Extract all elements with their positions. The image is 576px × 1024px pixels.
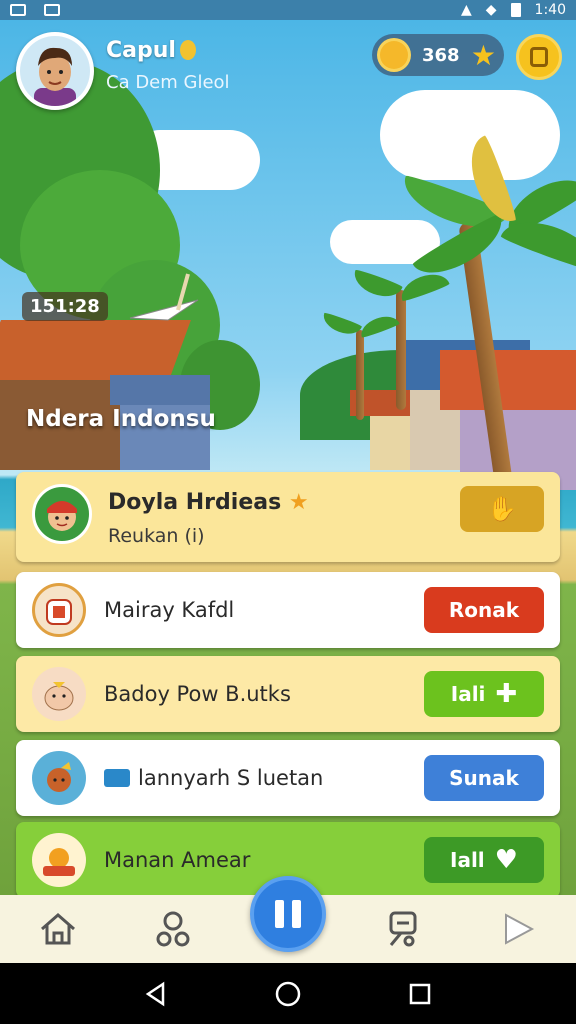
- quest-card[interactable]: lannyarh S luetan Sunak: [16, 740, 560, 816]
- back-icon[interactable]: [143, 981, 169, 1007]
- home-circle-icon[interactable]: [274, 980, 302, 1008]
- heart-icon: ♥: [494, 845, 518, 875]
- scroll-icon: [530, 47, 548, 67]
- recents-icon[interactable]: [407, 981, 433, 1007]
- card-action-button[interactable]: Iall ♥: [424, 837, 544, 883]
- quest-card[interactable]: Mairay Kafdl Ronak: [16, 572, 560, 648]
- palm-leaf: [357, 311, 400, 339]
- ticket-icon: [104, 769, 130, 787]
- quest-icon[interactable]: [381, 907, 425, 951]
- menu-button[interactable]: [516, 34, 562, 80]
- card-action-button[interactable]: Ronak: [424, 587, 544, 633]
- quest-card[interactable]: Badoy Pow B.utks Iali ✚: [16, 656, 560, 732]
- house-roof: [440, 350, 576, 410]
- boy-avatar-icon: [20, 36, 90, 106]
- palm-leaf: [396, 268, 451, 303]
- currency-value: 368: [422, 44, 460, 66]
- timer: 151:28: [22, 292, 108, 321]
- play-icon[interactable]: [496, 907, 540, 951]
- coin-icon: [179, 40, 196, 60]
- card-title: Doyla Hrdieas ★: [108, 490, 309, 515]
- plus-icon: ✚: [495, 679, 518, 709]
- star-icon: ★: [470, 38, 496, 72]
- card-title: Manan Amear: [104, 848, 251, 872]
- player-avatar[interactable]: [16, 32, 94, 110]
- palm-trunk: [396, 290, 406, 410]
- coconut-icon: [32, 751, 86, 805]
- player-subtitle: Ca Dem Gleol: [106, 72, 230, 93]
- sun-badge-icon: [32, 833, 86, 887]
- hand-icon: ✋: [487, 495, 517, 523]
- player-name: Capul: [106, 38, 196, 63]
- status-bar: ▲ ◆ 1:40: [0, 0, 576, 20]
- card-title: lannyarh S luetan: [104, 766, 323, 790]
- house-roof: [110, 375, 210, 405]
- battery-icon: [510, 3, 521, 17]
- pause-icon: [292, 900, 301, 928]
- home-icon[interactable]: [36, 907, 80, 951]
- card-title: Mairay Kafdl: [104, 598, 235, 622]
- palm-trunk: [356, 330, 364, 420]
- card-title: Badoy Pow B.utks: [104, 682, 291, 706]
- system-navigation-bar: [0, 963, 576, 1024]
- sun-icon: [380, 41, 408, 69]
- image-notification-icon: [10, 4, 26, 16]
- location-title: Ndera Indonsu: [26, 406, 216, 432]
- pause-button[interactable]: [250, 876, 326, 952]
- button-label: Iall: [450, 848, 485, 872]
- card-action-button[interactable]: ✋: [460, 486, 544, 532]
- card-action-button[interactable]: Sunak: [424, 755, 544, 801]
- girl-avatar-icon: [32, 484, 92, 544]
- jar-icon: [32, 583, 86, 637]
- wifi-icon: ◆: [485, 2, 497, 18]
- cloud: [380, 90, 560, 180]
- friends-icon[interactable]: [151, 907, 195, 951]
- gallery-notification-icon: [44, 4, 60, 16]
- pause-icon: [275, 900, 284, 928]
- card-subtitle: Reukan (i): [108, 525, 205, 547]
- card-action-button[interactable]: Iali ✚: [424, 671, 544, 717]
- button-label: Iali: [450, 682, 486, 706]
- quest-card-featured[interactable]: Doyla Hrdieas ★ Reukan (i) ✋: [16, 472, 560, 562]
- hamster-icon: [32, 667, 86, 721]
- currency-display[interactable]: 368 ★: [372, 34, 504, 76]
- status-time: 1:40: [534, 2, 566, 18]
- signal-icon: ▲: [460, 2, 472, 18]
- star-icon: ★: [288, 490, 309, 515]
- glider-icon: [129, 273, 199, 321]
